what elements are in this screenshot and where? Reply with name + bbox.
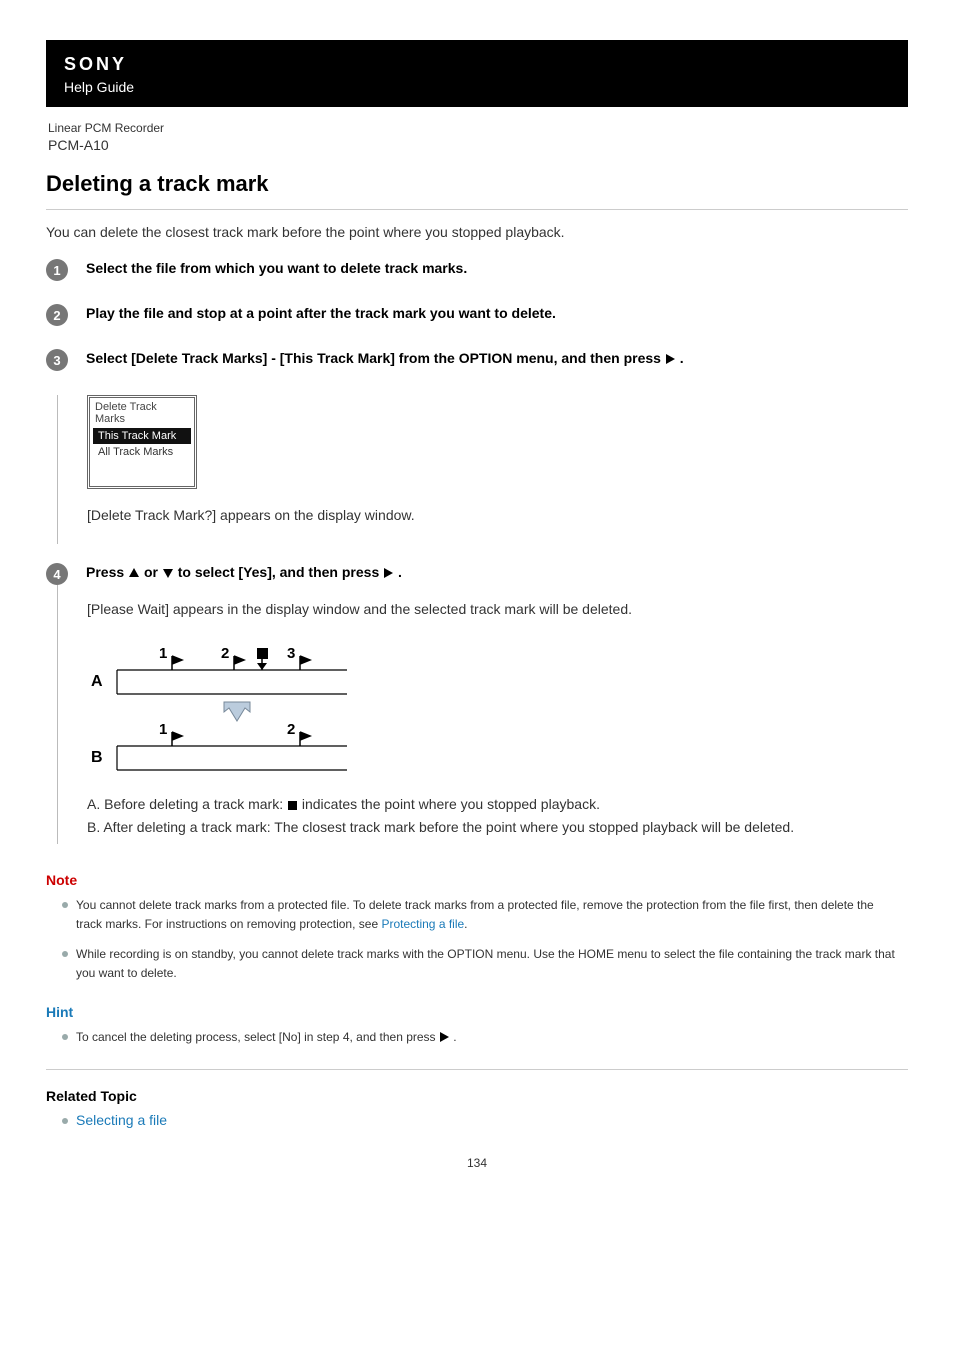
play-icon <box>666 354 675 364</box>
menu-selected-item: This Track Mark <box>93 428 191 444</box>
track-mark-diagram: A 1 2 3 B <box>87 636 908 776</box>
note-item: You cannot delete track marks from a pro… <box>62 896 902 933</box>
diagram-caption-b: B. After deleting a track mark: The clos… <box>87 817 908 838</box>
step-number: 1 <box>46 259 68 281</box>
note-heading: Note <box>46 872 908 888</box>
up-icon <box>129 568 139 577</box>
menu-title: Delete Track Marks <box>90 398 194 428</box>
diagram-caption-a: A. Before deleting a track mark: indicat… <box>87 794 908 815</box>
step-2: 2 Play the file and stop at a point afte… <box>46 303 908 326</box>
step-heading-mid: or <box>144 564 158 580</box>
step-heading: Press or to select [Yes], and then press… <box>86 562 908 583</box>
step-heading: Play the file and stop at a point after … <box>86 303 908 324</box>
step-heading-pre: Press <box>86 564 124 580</box>
selecting-file-link[interactable]: Selecting a file <box>76 1112 167 1128</box>
down-icon <box>163 569 173 578</box>
play-icon <box>440 1032 449 1042</box>
step-3-body: Delete Track Marks This Track Mark All T… <box>57 395 908 544</box>
related-topic-list: Selecting a file <box>46 1112 908 1128</box>
svg-text:2: 2 <box>287 721 295 738</box>
divider <box>46 1069 908 1070</box>
step-1: 1 Select the file from which you want to… <box>46 258 908 281</box>
note-item: While recording is on standby, you canno… <box>62 945 902 982</box>
product-model: PCM-A10 <box>48 137 908 153</box>
step-4: 4 Press or to select [Yes], and then pre… <box>46 562 908 585</box>
divider <box>46 209 908 210</box>
step-number: 4 <box>46 563 68 585</box>
svg-text:2: 2 <box>221 645 229 662</box>
play-icon <box>384 568 393 578</box>
step-heading: Select the file from which you want to d… <box>86 258 908 279</box>
hint-text: To cancel the deleting process, select [… <box>76 1030 436 1044</box>
stop-icon <box>288 801 297 810</box>
related-topic-heading: Related Topic <box>46 1088 908 1104</box>
step-subtext: [Delete Track Mark?] appears on the disp… <box>87 505 908 526</box>
product-line: Linear PCM Recorder <box>48 121 908 135</box>
note-text: You cannot delete track marks from a pro… <box>76 898 874 931</box>
svg-text:1: 1 <box>159 645 167 662</box>
page-number: 134 <box>46 1156 908 1170</box>
intro-text: You can delete the closest track mark be… <box>46 224 908 240</box>
step-3: 3 Select [Delete Track Marks] - [This Tr… <box>46 348 908 371</box>
step-number: 3 <box>46 349 68 371</box>
protecting-file-link[interactable]: Protecting a file <box>381 917 464 931</box>
step-heading-mid2: to select [Yes], and then press <box>178 564 380 580</box>
hint-text-suffix: . <box>453 1030 456 1044</box>
svg-text:A: A <box>91 673 103 690</box>
help-guide-label: Help Guide <box>64 79 134 95</box>
step-heading-text: Select [Delete Track Marks] - [This Trac… <box>86 350 661 366</box>
step-subtext: [Please Wait] appears in the display win… <box>87 599 908 620</box>
note-list: You cannot delete track marks from a pro… <box>46 896 908 982</box>
menu-item: All Track Marks <box>93 444 191 460</box>
related-topic-item: Selecting a file <box>62 1112 908 1128</box>
hint-list: To cancel the deleting process, select [… <box>46 1028 908 1047</box>
step-number: 2 <box>46 304 68 326</box>
step-heading-suffix: . <box>680 350 684 366</box>
header-bar: SONY Help Guide <box>46 40 908 107</box>
page-title: Deleting a track mark <box>46 171 908 197</box>
step-4-body: [Please Wait] appears in the display win… <box>57 585 908 844</box>
hint-item: To cancel the deleting process, select [… <box>62 1028 902 1047</box>
caption-a-post: indicates the point where you stopped pl… <box>302 796 600 812</box>
step-heading-post: . <box>398 564 402 580</box>
brand-logo: SONY <box>64 54 890 75</box>
svg-text:B: B <box>91 749 103 766</box>
step-heading: Select [Delete Track Marks] - [This Trac… <box>86 348 908 369</box>
menu-screenshot: Delete Track Marks This Track Mark All T… <box>87 395 197 489</box>
hint-heading: Hint <box>46 1004 908 1020</box>
svg-text:1: 1 <box>159 721 167 738</box>
caption-a-pre: A. Before deleting a track mark: <box>87 796 287 812</box>
svg-text:3: 3 <box>287 645 295 662</box>
note-text-suffix: . <box>464 917 467 931</box>
